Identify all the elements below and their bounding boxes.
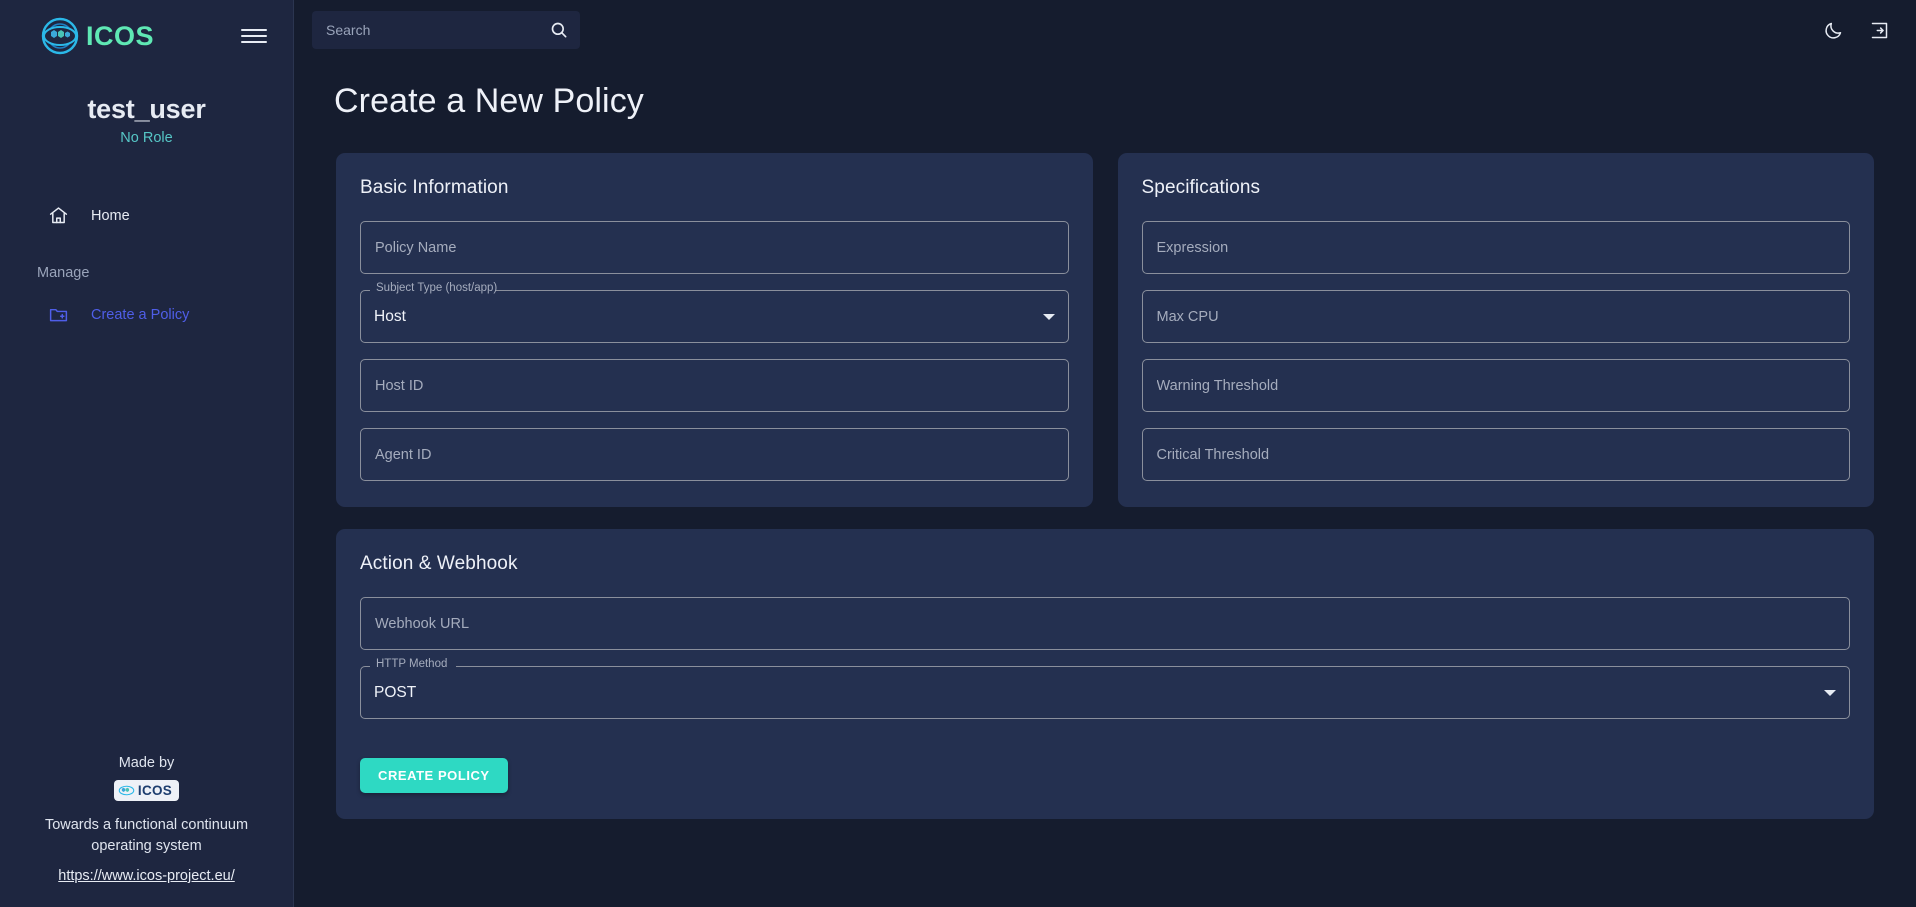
subject-type-outline [360, 290, 1069, 343]
warning-threshold-field[interactable] [1141, 359, 1850, 412]
warning-threshold-input[interactable] [1156, 377, 1835, 394]
subject-type-select[interactable]: Subject Type (host/app) Host [360, 282, 1069, 343]
expression-field[interactable] [1141, 221, 1850, 274]
home-icon [48, 205, 69, 226]
moon-icon[interactable] [1822, 19, 1844, 41]
webhook-url-input[interactable] [375, 615, 1835, 632]
critical-threshold-field[interactable] [1141, 428, 1850, 481]
login-arrow-icon[interactable] [1868, 19, 1890, 41]
search-box[interactable] [312, 11, 580, 49]
chevron-down-icon[interactable] [1824, 689, 1836, 696]
agent-id-field[interactable] [360, 428, 1069, 481]
card-basic-information: Basic Information Subject Type (host/app… [336, 153, 1093, 507]
sidebar-nav: Home Manage Create a Policy [0, 194, 293, 336]
webhook-url-field[interactable] [360, 597, 1850, 650]
policy-name-field[interactable] [360, 221, 1069, 274]
sidebar-item-home[interactable]: Home [0, 194, 293, 237]
content: Basic Information Subject Type (host/app… [294, 121, 1916, 819]
folder-plus-icon [48, 304, 69, 325]
topbar-actions [1822, 19, 1894, 41]
footer-badge-text: ICOS [137, 782, 173, 798]
user-role: No Role [120, 130, 173, 146]
icos-cloud-logo-icon [118, 782, 135, 799]
sidebar-footer: Made by ICOS Towards a functional contin… [0, 755, 293, 885]
chevron-down-icon[interactable] [1042, 313, 1055, 320]
critical-threshold-input[interactable] [1156, 446, 1835, 463]
sidebar-header: ICOS [0, 0, 293, 72]
http-method-outline [360, 666, 1850, 719]
http-method-select[interactable]: HTTP Method POST [360, 658, 1850, 719]
hamburger-menu-icon[interactable] [241, 26, 267, 46]
app-root: ICOS test_user No Role Home Manage Creat… [0, 0, 1916, 907]
host-id-field[interactable] [360, 359, 1069, 412]
max-cpu-input[interactable] [1156, 308, 1835, 325]
search-icon[interactable] [549, 20, 569, 40]
sidebar-item-home-label: Home [91, 207, 130, 224]
sidebar-section-manage: Manage [37, 265, 90, 281]
user-block: test_user No Role [0, 94, 293, 146]
create-policy-button[interactable]: CREATE POLICY [360, 758, 508, 793]
host-id-input[interactable] [375, 377, 1054, 394]
cards-row: Basic Information Subject Type (host/app… [336, 153, 1874, 507]
card-action-webhook-title: Action & Webhook [360, 553, 518, 574]
page-title: Create a New Policy [334, 82, 644, 120]
subject-type-label: Subject Type (host/app) [376, 282, 498, 294]
made-by-label: Made by [118, 754, 175, 771]
project-website-link[interactable]: https://www.icos-project.eu/ [58, 868, 235, 884]
sidebar: ICOS test_user No Role Home Manage Creat… [0, 0, 294, 907]
policy-name-input[interactable] [375, 239, 1054, 256]
icos-cloud-logo-icon [40, 16, 80, 56]
subject-type-value: Host [374, 307, 406, 325]
brand-logo[interactable]: ICOS [40, 16, 154, 56]
card-specifications: Specifications [1117, 153, 1874, 507]
topbar [294, 0, 1916, 60]
card-action-webhook: Action & Webhook HTTP Method POST CREATE… [336, 529, 1874, 819]
agent-id-input[interactable] [375, 446, 1054, 463]
footer-icos-badge: ICOS [113, 779, 180, 801]
search-input[interactable] [326, 22, 541, 38]
sidebar-item-create-a-policy[interactable]: Create a Policy [0, 293, 293, 336]
http-method-value: POST [374, 683, 417, 701]
max-cpu-field[interactable] [1141, 290, 1850, 343]
card-basic-information-title: Basic Information [360, 177, 509, 198]
sidebar-item-create-a-policy-label: Create a Policy [91, 306, 190, 323]
footer-tagline: Towards a functional continuum operating… [44, 816, 249, 854]
expression-input[interactable] [1156, 239, 1835, 256]
main-area: Create a New Policy Basic Information Su… [294, 0, 1916, 907]
brand-name: ICOS [86, 20, 155, 51]
user-name: test_user [87, 94, 206, 124]
http-method-label: HTTP Method [376, 658, 448, 670]
card-specifications-title: Specifications [1141, 177, 1261, 198]
